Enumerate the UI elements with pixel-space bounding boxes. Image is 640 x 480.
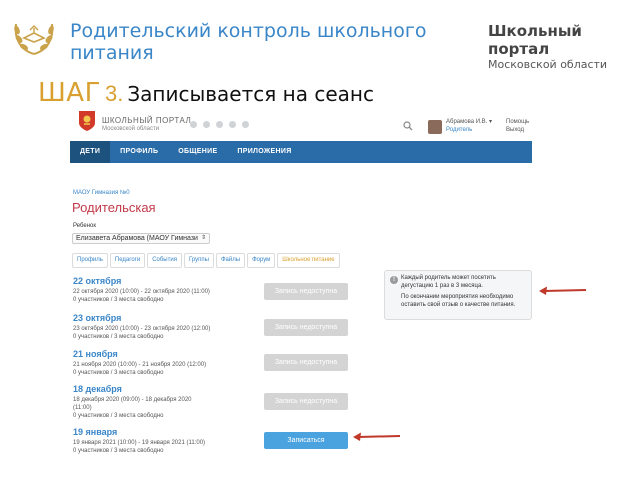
nav-item-apps[interactable]: ПРИЛОЖЕНИЯ: [227, 141, 301, 163]
event-time-line2: (11:00): [73, 405, 92, 411]
event-date[interactable]: 19 января: [73, 427, 253, 438]
tab-files[interactable]: Файлы: [215, 253, 246, 268]
profile-icon[interactable]: [216, 121, 223, 128]
tab-events[interactable]: События: [147, 253, 182, 268]
settings-icon[interactable]: [242, 121, 249, 128]
brand-block: Школьный портал Московской области: [488, 22, 640, 72]
event-time-line1: 18 декабря 2020 (09:00) - 18 декабря 202…: [73, 397, 192, 403]
help-link[interactable]: Помощь: [506, 119, 529, 126]
step-word: ШАГ: [38, 78, 101, 108]
list-item: 19 января 19 января 2021 (10:00) - 19 ян…: [73, 427, 253, 455]
menu-icon[interactable]: [190, 121, 197, 128]
list-item: 23 октября 23 октября 2020 (10:00) - 23 …: [73, 313, 253, 341]
avatar[interactable]: [428, 120, 442, 134]
event-date[interactable]: 21 ноября: [73, 349, 253, 360]
portal-region: Московской области: [102, 126, 160, 132]
child-select[interactable]: Елизавета Абрамова (МАОУ Гимнази ⇕: [72, 233, 210, 244]
info-text-2: По окончании мероприятия необходимо оста…: [401, 294, 516, 308]
event-date[interactable]: 18 декабря: [73, 384, 253, 395]
child-label: Ребенок: [73, 223, 96, 229]
search-icon[interactable]: [403, 121, 413, 131]
info-text-1: Каждый родитель может посетить дегустаци…: [401, 275, 496, 289]
step-number: 3.: [104, 81, 124, 106]
pointer-arrow-icon: [539, 286, 587, 295]
portal-header: ШКОЛЬНЫЙ ПОРТАЛ Московской области Абрам…: [70, 106, 540, 140]
user-name[interactable]: Абрамова И.В. ▾: [446, 119, 492, 126]
brand-sub: Московской области: [488, 58, 608, 71]
tab-forum[interactable]: Форум: [247, 253, 276, 268]
nav-item-profile[interactable]: ПРОФИЛЬ: [110, 141, 168, 163]
nav-item-children[interactable]: ДЕТИ: [70, 141, 111, 163]
signup-button[interactable]: Записаться: [264, 432, 348, 449]
tab-school-meals[interactable]: Школьное питание: [277, 253, 340, 268]
list-item: 21 ноября 21 ноября 2020 (10:00) - 21 но…: [73, 349, 253, 377]
portal-name: ШКОЛЬНЫЙ ПОРТАЛ: [102, 116, 192, 125]
header-icon-group: [190, 121, 249, 128]
event-seats: 0 участников / 3 места свободно: [73, 448, 164, 454]
event-time: 23 октября 2020 (10:00) - 23 октября 202…: [73, 326, 211, 332]
slide-title: Родительский контроль школьного питания: [70, 20, 427, 64]
notifications-icon[interactable]: [229, 121, 236, 128]
moscow-region-crest-icon: [79, 111, 95, 131]
user-role: Родитель: [446, 127, 473, 133]
signup-unavailable-button[interactable]: Запись недоступна: [264, 354, 348, 371]
select-arrows-icon: ⇕: [200, 235, 206, 241]
tab-groups[interactable]: Группы: [183, 253, 214, 268]
event-date[interactable]: 23 октября: [73, 313, 253, 324]
event-time: 19 января 2021 (10:00) - 19 января 2021 …: [73, 440, 206, 446]
section-tabs: Профиль Педагоги События Группы Файлы Фо…: [72, 253, 340, 268]
laurel-logo-icon: [14, 23, 54, 55]
event-time: 22 октября 2020 (10:00) - 22 октября 202…: [73, 289, 210, 295]
portal-screenshot: ШКОЛЬНЫЙ ПОРТАЛ Московской области Абрам…: [70, 106, 540, 472]
event-date[interactable]: 22 октября: [73, 276, 253, 287]
page-title: Родительская: [72, 200, 156, 215]
signup-unavailable-button[interactable]: Запись недоступна: [264, 319, 348, 336]
main-nav: ДЕТИ ПРОФИЛЬ ОБЩЕНИЕ ПРИЛОЖЕНИЯ: [70, 141, 532, 163]
event-seats: 0 участников / 3 места свободно: [73, 413, 164, 419]
step-text: Записывается на сеанс: [127, 82, 374, 106]
pointer-arrow-icon: [353, 432, 401, 441]
info-icon: !: [390, 276, 398, 284]
exit-link[interactable]: Выход: [506, 127, 524, 134]
event-seats: 0 участников / 3 места свободно: [73, 297, 164, 303]
info-box: ! Каждый родитель может посетить дегуста…: [384, 270, 532, 320]
signup-unavailable-button[interactable]: Запись недоступна: [264, 393, 348, 410]
breadcrumb[interactable]: МАОУ Гимназия №0: [73, 190, 130, 196]
event-seats: 0 участников / 3 места свободно: [73, 334, 164, 340]
list-item: 22 октября 22 октября 2020 (10:00) - 22 …: [73, 276, 253, 304]
brand-main: Школьный портал: [488, 22, 582, 58]
tab-teachers[interactable]: Педагоги: [109, 253, 146, 268]
list-item: 18 декабря 18 декабря 2020 (09:00) - 18 …: [73, 384, 253, 420]
tab-profile[interactable]: Профиль: [72, 253, 108, 268]
nav-item-communication[interactable]: ОБЩЕНИЕ: [168, 141, 227, 163]
child-select-value: Елизавета Абрамова (МАОУ Гимнази: [76, 235, 198, 242]
event-seats: 0 участников / 3 места свободно: [73, 370, 164, 376]
event-time: 21 ноября 2020 (10:00) - 21 ноября 2020 …: [73, 362, 207, 368]
signup-unavailable-button[interactable]: Запись недоступна: [264, 283, 348, 300]
messages-icon[interactable]: [203, 121, 210, 128]
